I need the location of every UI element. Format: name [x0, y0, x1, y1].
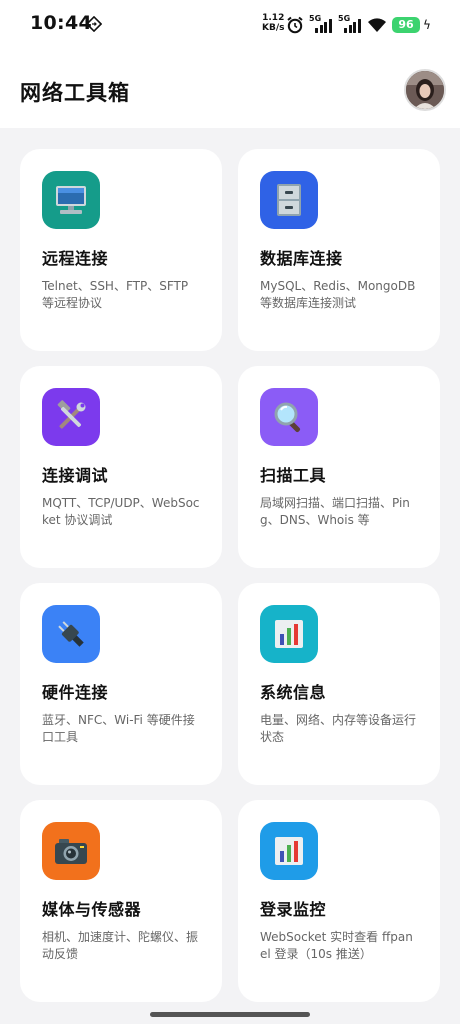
home-indicator[interactable]	[150, 1012, 310, 1017]
magnifier-icon	[260, 388, 318, 446]
file-cabinet-icon	[260, 171, 318, 229]
tool-description: MQTT、TCP/UDP、WebSocket 协议调试	[42, 496, 200, 527]
tool-description: 局域网扫描、端口扫描、Ping、DNS、Whois 等	[260, 496, 410, 527]
signal-icon: 5G	[309, 14, 333, 34]
signal-icon: 5G	[338, 14, 362, 34]
tool-description: 电量、网络、内存等设备运行状态	[260, 713, 417, 744]
tool-description: MySQL、Redis、MongoDB 等数据库连接测试	[260, 279, 416, 310]
tool-card-database-connection[interactable]: 数据库连接 MySQL、Redis、MongoDB 等数据库连接测试	[238, 149, 440, 351]
page-title: 网络工具箱	[20, 81, 130, 105]
network-speed-value: 1.12	[262, 13, 285, 23]
status-bar: 10:44 1.12 KB/s 5G 5G 96 ϟ	[0, 0, 460, 52]
tool-description: WebSocket 实时查看 ffpanel 登录（10s 推送）	[260, 930, 413, 961]
avatar-image	[406, 71, 444, 109]
tool-card-remote-connection[interactable]: 远程连接 Telnet、SSH、FTP、SFTP 等远程协议	[20, 149, 222, 351]
tool-title: 登录监控	[260, 900, 327, 919]
bar-chart-icon	[260, 822, 318, 880]
desktop-computer-icon	[42, 171, 100, 229]
network-speed-unit: KB/s	[262, 23, 285, 33]
tool-description: Telnet、SSH、FTP、SFTP 等远程协议	[42, 279, 189, 310]
app-header: 网络工具箱	[0, 52, 460, 128]
tool-title: 系统信息	[260, 683, 327, 702]
status-time: 10:44	[30, 12, 92, 34]
tool-description: 相机、加速度计、陀螺仪、振动反馈	[42, 930, 199, 961]
network-speed: 1.12 KB/s	[262, 13, 284, 33]
alarm-icon	[287, 16, 303, 34]
plug-icon	[42, 605, 100, 663]
tool-card-system-info[interactable]: 系统信息 电量、网络、内存等设备运行状态	[238, 583, 440, 785]
tool-description: 蓝牙、NFC、Wi-Fi 等硬件接口工具	[42, 713, 195, 744]
tool-card-scan-tools[interactable]: 扫描工具 局域网扫描、端口扫描、Ping、DNS、Whois 等	[238, 366, 440, 568]
wifi-icon	[368, 18, 386, 32]
tool-card-hardware-connection[interactable]: 硬件连接 蓝牙、NFC、Wi-Fi 等硬件接口工具	[20, 583, 222, 785]
camera-icon	[42, 822, 100, 880]
tool-title: 连接调试	[42, 466, 109, 485]
status-icons: 5G 5G 96 ϟ	[286, 14, 431, 36]
tool-card-media-sensors[interactable]: 媒体与传感器 相机、加速度计、陀螺仪、振动反馈	[20, 800, 222, 1002]
battery-icon: 96	[392, 17, 420, 33]
tool-card-connection-debug[interactable]: 连接调试 MQTT、TCP/UDP、WebSocket 协议调试	[20, 366, 222, 568]
hammer-wrench-icon	[42, 388, 100, 446]
tool-title: 远程连接	[42, 249, 109, 268]
avatar[interactable]	[404, 69, 446, 111]
sync-icon	[86, 16, 102, 32]
tool-card-login-monitor[interactable]: 登录监控 WebSocket 实时查看 ffpanel 登录（10s 推送）	[238, 800, 440, 1002]
bar-chart-icon	[260, 605, 318, 663]
tool-title: 媒体与传感器	[42, 900, 142, 919]
tool-title: 数据库连接	[260, 249, 343, 268]
charging-icon: ϟ	[423, 18, 431, 32]
tool-title: 扫描工具	[260, 466, 327, 485]
tool-title: 硬件连接	[42, 683, 109, 702]
